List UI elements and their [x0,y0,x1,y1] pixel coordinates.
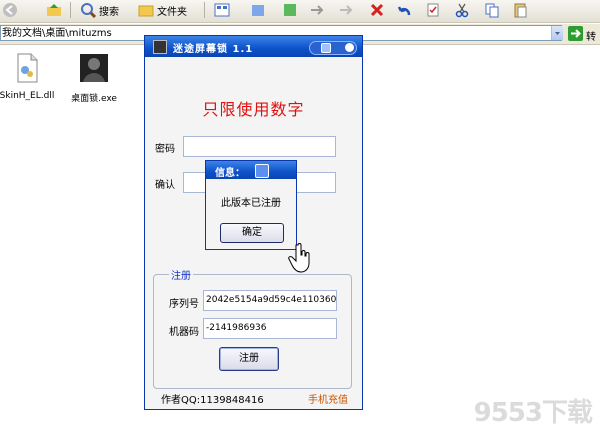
file-item[interactable]: SkinH_EL.dll [0,52,57,101]
back-button[interactable] [2,1,18,19]
password-field[interactable] [183,136,336,157]
copy-to-icon [340,5,353,15]
file-name: 桌面锁.exe [71,94,117,104]
views-icon [214,3,230,17]
undo-button[interactable] [397,1,413,19]
address-dropdown[interactable] [551,26,563,40]
dialog-message: 此版本已注册 [221,198,281,209]
copy-to-button[interactable] [338,1,354,19]
confirm-label: 确认 [155,180,175,191]
folder-options-button[interactable] [250,1,266,19]
title-slider[interactable] [309,41,357,55]
properties-button[interactable] [425,1,441,19]
move-to-icon [311,5,324,15]
explorer-toolbar: 搜索 文件夹 [0,0,600,23]
views-button[interactable] [214,1,230,19]
go-arrow-icon [571,29,581,38]
close-icon[interactable] [345,43,354,52]
chevron-down-icon [555,32,560,35]
search-icon [81,3,96,18]
dialog-title: 信息： [215,168,245,179]
undo-icon [397,6,411,16]
app-exe-icon [80,54,108,82]
folders-button[interactable]: 文件夹 [138,1,187,19]
register-button[interactable]: 注册 [219,347,279,371]
copy-icon [485,3,499,18]
go-label: 转 [586,32,596,43]
mobile-recharge-link[interactable]: 手机充值 [308,391,348,406]
sync-button[interactable] [282,1,298,19]
folder-options-icon [252,5,264,16]
machine-code-label: 机器码 [169,327,199,338]
info-dialog: 信息： 此版本已注册 确定 [205,160,297,250]
paste-icon [514,3,527,18]
back-icon [3,3,17,17]
dll-file-icon [17,53,38,83]
minimize-icon[interactable] [321,43,331,53]
copy-button[interactable] [484,1,500,19]
folders-label: 文件夹 [157,6,187,18]
up-folder-icon [47,4,61,16]
window-titlebar[interactable]: 迷途屏幕锁 1.1 [145,36,362,57]
file-name: SkinH_EL.dll [0,91,55,101]
serial-field[interactable]: 2042e5154a9d59c4e110360b5 [203,290,337,311]
register-group-label: 注册 [169,267,193,282]
move-to-button[interactable] [309,1,325,19]
search-button[interactable]: 搜索 [80,1,119,19]
dialog-icon [255,164,269,178]
author-info: 作者QQ:1139848416 [161,395,264,406]
properties-icon [427,3,439,17]
paste-button[interactable] [512,1,528,19]
delete-icon [370,3,384,17]
search-label: 搜索 [99,6,119,18]
cut-icon [455,3,469,18]
page-title: 只限使用数字 [202,100,305,119]
up-folder-button[interactable] [46,1,62,19]
dialog-titlebar[interactable]: 信息： [206,161,296,179]
folders-icon [138,5,154,17]
app-icon [153,40,167,54]
serial-label: 序列号 [169,299,199,310]
ok-button[interactable]: 确定 [220,223,284,243]
file-item[interactable]: 桌面锁.exe [64,52,124,104]
password-label: 密码 [155,144,175,155]
go-button[interactable] [568,26,583,41]
machine-code-field[interactable]: -2141986936 [203,318,337,339]
sync-icon [284,4,296,16]
watermark: 9553下载 [473,398,593,428]
mouse-cursor-icon [288,243,310,273]
delete-button[interactable] [369,1,385,19]
cut-button[interactable] [454,1,470,19]
window-title: 迷途屏幕锁 1.1 [173,44,254,55]
